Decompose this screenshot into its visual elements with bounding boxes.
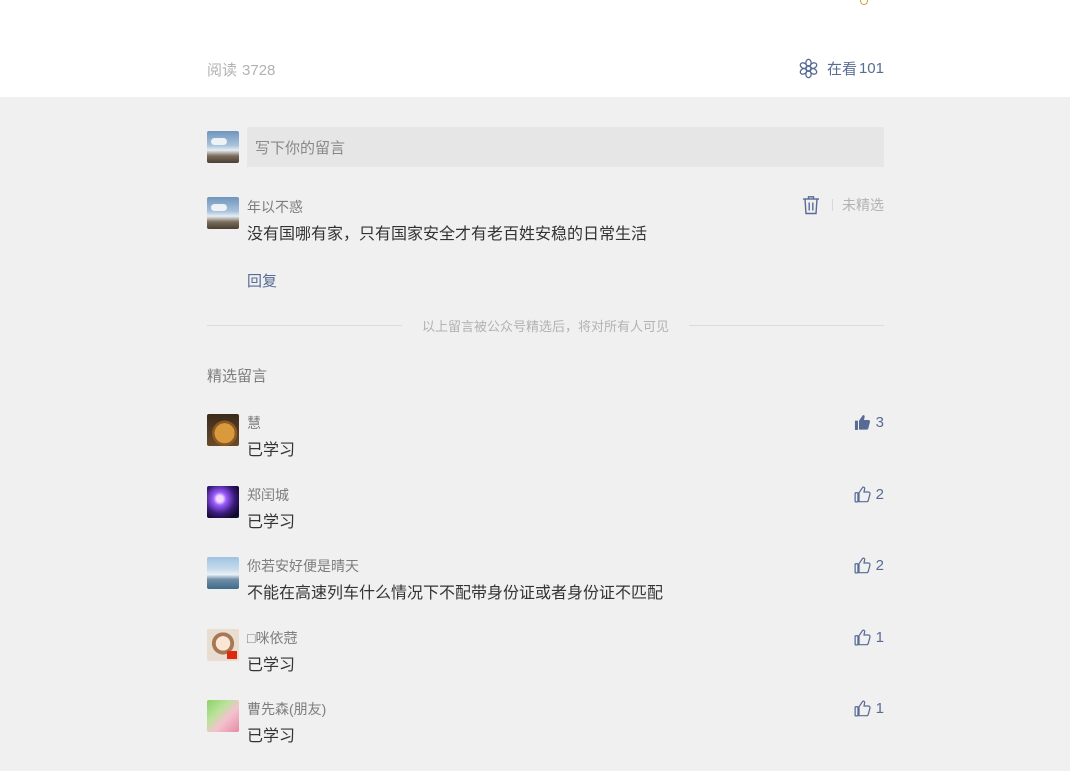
divider bbox=[832, 199, 833, 211]
list-item: 郑闰城 已学习 2 bbox=[207, 485, 884, 557]
comment-nickname: 曹先森(朋友) bbox=[247, 701, 327, 717]
avatar bbox=[207, 197, 239, 229]
comment-text: 已学习 bbox=[247, 656, 296, 674]
list-item: 你若安好便是晴天 不能在高速列车什么情况下不配带身份证或者身份证不匹配 2 bbox=[207, 556, 884, 628]
comment-text: 已学习 bbox=[247, 442, 296, 459]
article-footer: 阅读 3728 在看 101 bbox=[0, 0, 1070, 97]
watching-button[interactable]: 在看 101 bbox=[798, 58, 884, 79]
featured-title: 精选留言 bbox=[207, 368, 268, 385]
divider-line bbox=[207, 324, 402, 326]
comment-body: 郑闰城 已学习 bbox=[247, 485, 295, 532]
like-count: 2 bbox=[875, 485, 884, 503]
comment-body: □咪依蒄 已学习 bbox=[247, 628, 297, 675]
comment-input[interactable]: 写下你的留言 bbox=[247, 127, 884, 167]
watching-label: 在看 bbox=[826, 61, 857, 78]
thumbs-up-icon bbox=[854, 557, 871, 574]
user-avatar bbox=[207, 131, 239, 163]
comment-body: 你若安好便是晴天 不能在高速列车什么情况下不配带身份证或者身份证不匹配 bbox=[247, 556, 663, 603]
anime-avatar bbox=[207, 628, 239, 661]
comment-nickname: 慧 bbox=[247, 415, 261, 431]
decorative-mark bbox=[860, 0, 868, 5]
visibility-divider: 以上留言被公众号精选后，将对所有人可见 bbox=[207, 315, 885, 335]
read-number: 3728 bbox=[242, 62, 276, 79]
comment-text: 不能在高速列车什么情况下不配带身份证或者身份证不匹配 bbox=[247, 585, 664, 602]
comment-body: 曹先森(朋友) 已学习 bbox=[247, 699, 326, 746]
like-count: 1 bbox=[875, 700, 884, 717]
read-count: 阅读 3728 bbox=[207, 59, 275, 80]
featured-comments: 慧 已学习 3 郑闰城 已学习 2 你若安好便是晴天 不能在高速列车什么情况下不… bbox=[207, 413, 884, 771]
dog-avatar bbox=[207, 414, 239, 446]
comment-text: 已学习 bbox=[247, 728, 296, 745]
like-count: 3 bbox=[875, 414, 884, 431]
thumbs-up-icon bbox=[854, 629, 871, 645]
reply-link[interactable]: 回复 bbox=[247, 270, 277, 291]
thumbs-up-icon bbox=[854, 700, 871, 717]
list-item: □咪依蒄 已学习 1 bbox=[207, 628, 884, 700]
comment-text: 没有国哪有家，只有国家安全才有老百姓安稳的日常生活 bbox=[247, 226, 648, 243]
list-item: 曹先森(朋友) 已学习 1 bbox=[207, 699, 884, 771]
comment-text: 已学习 bbox=[247, 513, 296, 531]
trash-icon[interactable] bbox=[802, 195, 820, 215]
my-comment-body: 年以不惑 没有国哪有家，只有国家安全才有老百姓安稳的日常生活 bbox=[247, 197, 647, 244]
divider-line bbox=[689, 324, 885, 326]
like-button[interactable]: 2 bbox=[854, 557, 884, 574]
like-button[interactable]: 2 bbox=[854, 486, 884, 503]
visibility-note: 以上留言被公众号精选后，将对所有人可见 bbox=[422, 318, 670, 334]
compose-row: 写下你的留言 bbox=[207, 127, 884, 167]
unselected-status: 未精选 bbox=[842, 197, 884, 213]
purple-avatar bbox=[207, 485, 239, 518]
like-button[interactable]: 1 bbox=[854, 629, 884, 646]
comment-nickname: □咪依蒄 bbox=[247, 629, 298, 646]
comment-nickname: 你若安好便是晴天 bbox=[247, 558, 359, 574]
like-count: 1 bbox=[875, 628, 884, 646]
thumbs-up-filled-icon bbox=[854, 415, 870, 431]
my-comment-tools: 未精选 bbox=[802, 195, 884, 215]
thumbs-up-icon bbox=[854, 486, 871, 502]
like-button[interactable]: 1 bbox=[854, 700, 884, 717]
like-button[interactable]: 3 bbox=[854, 414, 884, 431]
comment-nickname: 郑闰城 bbox=[247, 486, 289, 503]
list-item: 慧 已学习 3 bbox=[207, 413, 884, 485]
comment-nickname: 年以不惑 bbox=[247, 199, 303, 215]
comment-body: 慧 已学习 bbox=[247, 413, 295, 460]
kid-avatar bbox=[207, 700, 239, 732]
watching-number: 101 bbox=[858, 60, 884, 77]
flower-icon bbox=[799, 58, 818, 79]
read-label: 阅读 bbox=[207, 62, 238, 79]
like-count: 2 bbox=[875, 557, 884, 574]
lake-avatar bbox=[207, 557, 239, 589]
